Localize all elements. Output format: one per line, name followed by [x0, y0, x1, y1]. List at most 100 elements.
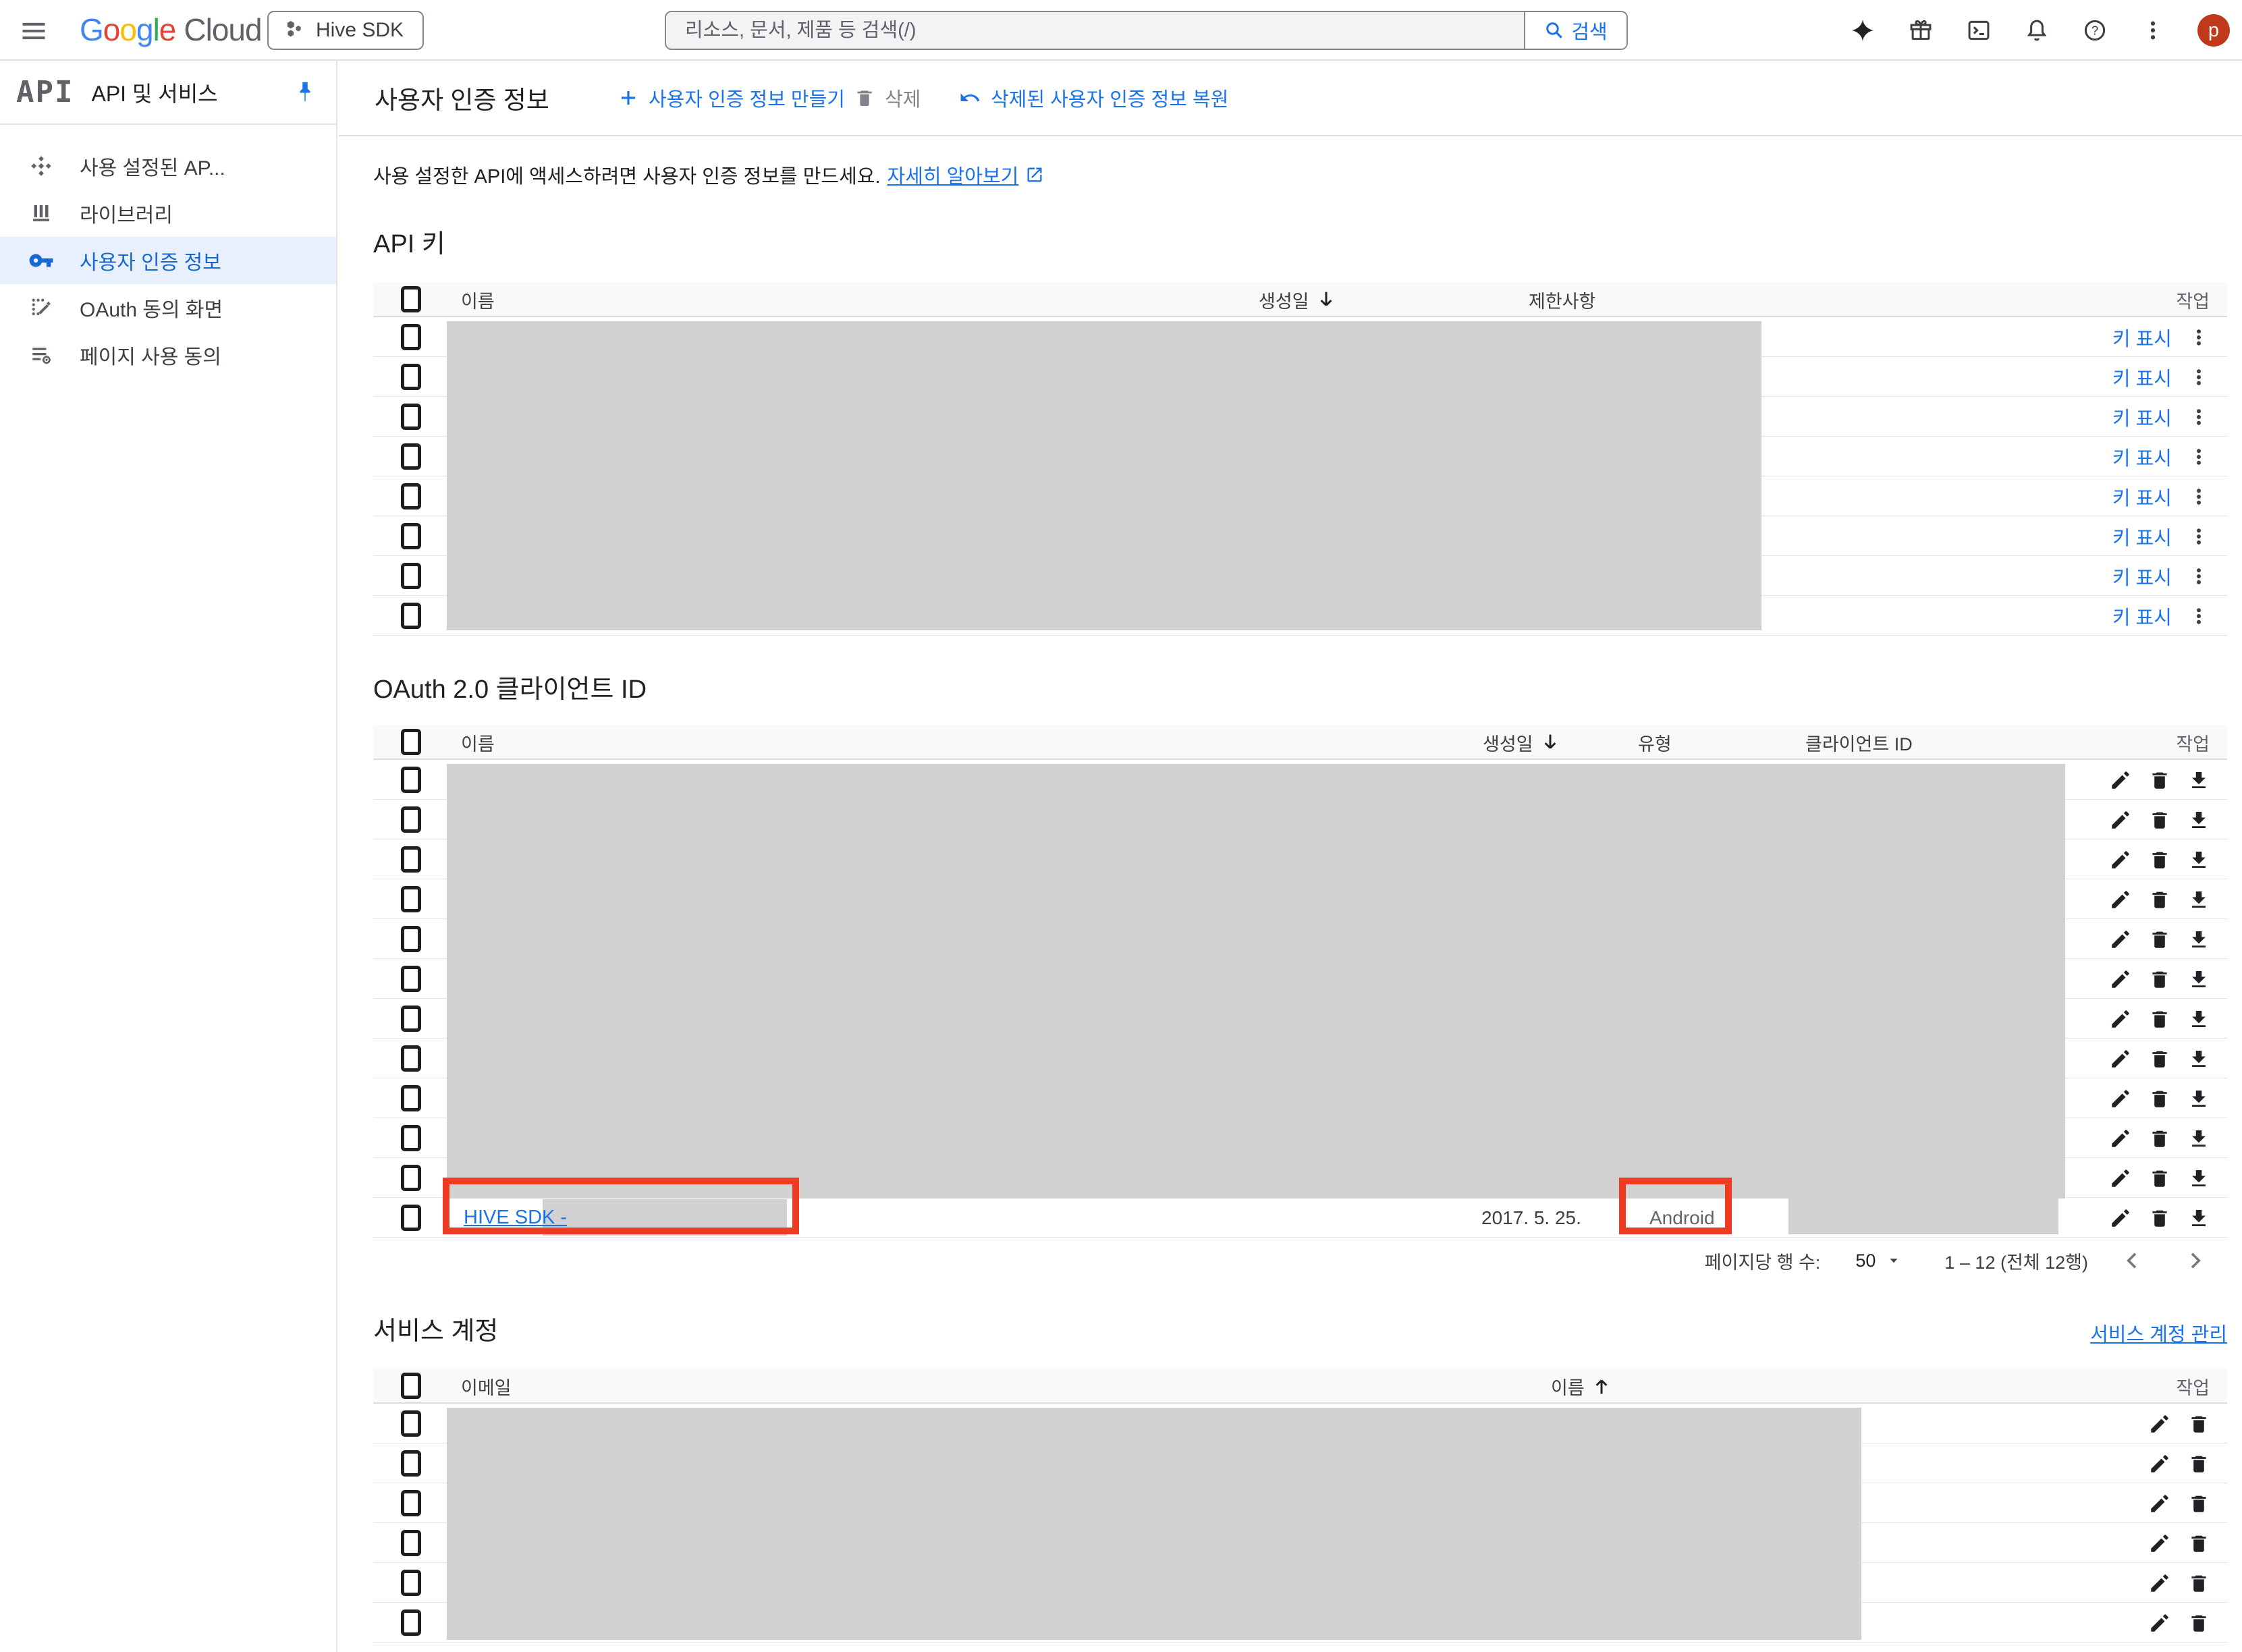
- delete-icon[interactable]: [2148, 808, 2172, 832]
- column-created[interactable]: 생성일: [1259, 282, 1338, 317]
- show-key-link[interactable]: 키 표시: [2112, 602, 2172, 630]
- project-selector[interactable]: Hive SDK: [267, 11, 424, 50]
- delete-icon[interactable]: [2187, 1531, 2211, 1555]
- row-checkbox[interactable]: [401, 1530, 421, 1556]
- show-key-link[interactable]: 키 표시: [2112, 323, 2172, 352]
- row-checkbox[interactable]: [401, 1165, 421, 1191]
- pin-icon[interactable]: [293, 80, 317, 107]
- show-key-link[interactable]: 키 표시: [2112, 562, 2172, 590]
- row-checkbox[interactable]: [401, 324, 421, 350]
- select-all-checkbox[interactable]: [401, 286, 421, 312]
- delete-icon[interactable]: [2148, 1206, 2172, 1230]
- notifications-icon[interactable]: [2023, 17, 2050, 44]
- row-checkbox[interactable]: [401, 1006, 421, 1032]
- row-checkbox[interactable]: [401, 1205, 421, 1231]
- learn-more-link[interactable]: 자세히 알아보기: [887, 161, 1019, 189]
- delete-icon[interactable]: [2148, 887, 2172, 912]
- search-input[interactable]: [666, 12, 1524, 49]
- column-created[interactable]: 생성일: [1483, 725, 1562, 760]
- row-checkbox[interactable]: [401, 1450, 421, 1477]
- row-checkbox[interactable]: [401, 966, 421, 992]
- row-checkbox[interactable]: [401, 1410, 421, 1437]
- delete-icon[interactable]: [2148, 848, 2172, 872]
- edit-icon[interactable]: [2108, 1166, 2133, 1190]
- delete-icon[interactable]: [2148, 768, 2172, 792]
- row-checkbox[interactable]: [401, 1490, 421, 1516]
- sidebar-item-oauth-consent[interactable]: OAuth 동의 화면: [0, 284, 336, 331]
- delete-icon[interactable]: [2148, 1126, 2172, 1151]
- download-icon[interactable]: [2187, 1007, 2211, 1031]
- create-credentials-button[interactable]: 사용자 인증 정보 만들기: [618, 61, 845, 135]
- edit-icon[interactable]: [2108, 848, 2133, 872]
- rows-per-page-select[interactable]: 50: [1855, 1250, 1903, 1271]
- download-icon[interactable]: [2187, 927, 2211, 952]
- gift-icon[interactable]: [1907, 17, 1934, 44]
- download-icon[interactable]: [2187, 887, 2211, 912]
- help-icon[interactable]: ?: [2081, 17, 2108, 44]
- next-page-icon[interactable]: [2181, 1247, 2208, 1274]
- more-options-icon[interactable]: [2187, 485, 2211, 509]
- edit-icon[interactable]: [2108, 1047, 2133, 1071]
- menu-icon[interactable]: [19, 16, 49, 46]
- edit-icon[interactable]: [2108, 1126, 2133, 1151]
- download-icon[interactable]: [2187, 1126, 2211, 1151]
- delete-icon[interactable]: [2148, 967, 2172, 991]
- row-checkbox[interactable]: [401, 926, 421, 952]
- show-key-link[interactable]: 키 표시: [2112, 483, 2172, 511]
- edit-icon[interactable]: [2108, 927, 2133, 952]
- edit-icon[interactable]: [2148, 1531, 2172, 1555]
- edit-icon[interactable]: [2148, 1611, 2172, 1635]
- edit-icon[interactable]: [2148, 1491, 2172, 1516]
- delete-icon[interactable]: [2148, 1047, 2172, 1071]
- previous-page-icon[interactable]: [2119, 1247, 2146, 1274]
- delete-icon[interactable]: [2187, 1611, 2211, 1635]
- delete-icon[interactable]: [2187, 1491, 2211, 1516]
- manage-service-accounts-link[interactable]: 서비스 계정 관리: [2090, 1319, 2227, 1347]
- delete-icon[interactable]: [2148, 1166, 2172, 1190]
- download-icon[interactable]: [2187, 1047, 2211, 1071]
- select-all-checkbox[interactable]: [401, 1373, 421, 1399]
- download-icon[interactable]: [2187, 1166, 2211, 1190]
- select-all-checkbox[interactable]: [401, 729, 421, 755]
- sidebar-item-enabled-apis[interactable]: 사용 설정된 AP...: [0, 142, 336, 190]
- avatar[interactable]: p: [2197, 14, 2230, 47]
- row-checkbox[interactable]: [401, 483, 421, 510]
- download-icon[interactable]: [2187, 1206, 2211, 1230]
- row-checkbox[interactable]: [401, 1045, 421, 1072]
- row-checkbox[interactable]: [401, 1125, 421, 1151]
- edit-icon[interactable]: [2108, 887, 2133, 912]
- download-icon[interactable]: [2187, 848, 2211, 872]
- row-checkbox[interactable]: [401, 563, 421, 589]
- gemini-sparkle-icon[interactable]: [1849, 17, 1876, 44]
- edit-icon[interactable]: [2108, 808, 2133, 832]
- delete-icon[interactable]: [2148, 1086, 2172, 1111]
- edit-icon[interactable]: [2148, 1571, 2172, 1595]
- download-icon[interactable]: [2187, 768, 2211, 792]
- row-checkbox[interactable]: [401, 806, 421, 833]
- row-checkbox[interactable]: [401, 523, 421, 549]
- row-checkbox[interactable]: [401, 1609, 421, 1636]
- edit-icon[interactable]: [2148, 1452, 2172, 1476]
- delete-icon[interactable]: [2187, 1452, 2211, 1476]
- more-options-icon[interactable]: [2187, 524, 2211, 549]
- restore-credentials-button[interactable]: 삭제된 사용자 인증 정보 복원: [958, 61, 1228, 135]
- more-options-icon[interactable]: [2187, 405, 2211, 429]
- sidebar-item-page-usage-consent[interactable]: 페이지 사용 동의: [0, 331, 336, 379]
- search-button[interactable]: 검색: [1524, 12, 1626, 49]
- cloud-shell-icon[interactable]: [1965, 17, 1992, 44]
- client-name-link[interactable]: HIVE SDK -: [464, 1198, 567, 1238]
- more-options-icon[interactable]: [2187, 365, 2211, 389]
- sidebar-item-library[interactable]: 라이브러리: [0, 190, 336, 237]
- download-icon[interactable]: [2187, 967, 2211, 991]
- column-name[interactable]: 이름: [1551, 1369, 1613, 1404]
- edit-icon[interactable]: [2108, 1206, 2133, 1230]
- row-checkbox[interactable]: [401, 404, 421, 430]
- row-checkbox[interactable]: [401, 1570, 421, 1596]
- edit-icon[interactable]: [2148, 1412, 2172, 1436]
- show-key-link[interactable]: 키 표시: [2112, 443, 2172, 471]
- more-options-icon[interactable]: [2187, 604, 2211, 628]
- more-options-icon[interactable]: [2187, 564, 2211, 588]
- row-checkbox[interactable]: [401, 846, 421, 873]
- show-key-link[interactable]: 키 표시: [2112, 403, 2172, 431]
- row-checkbox[interactable]: [401, 1085, 421, 1111]
